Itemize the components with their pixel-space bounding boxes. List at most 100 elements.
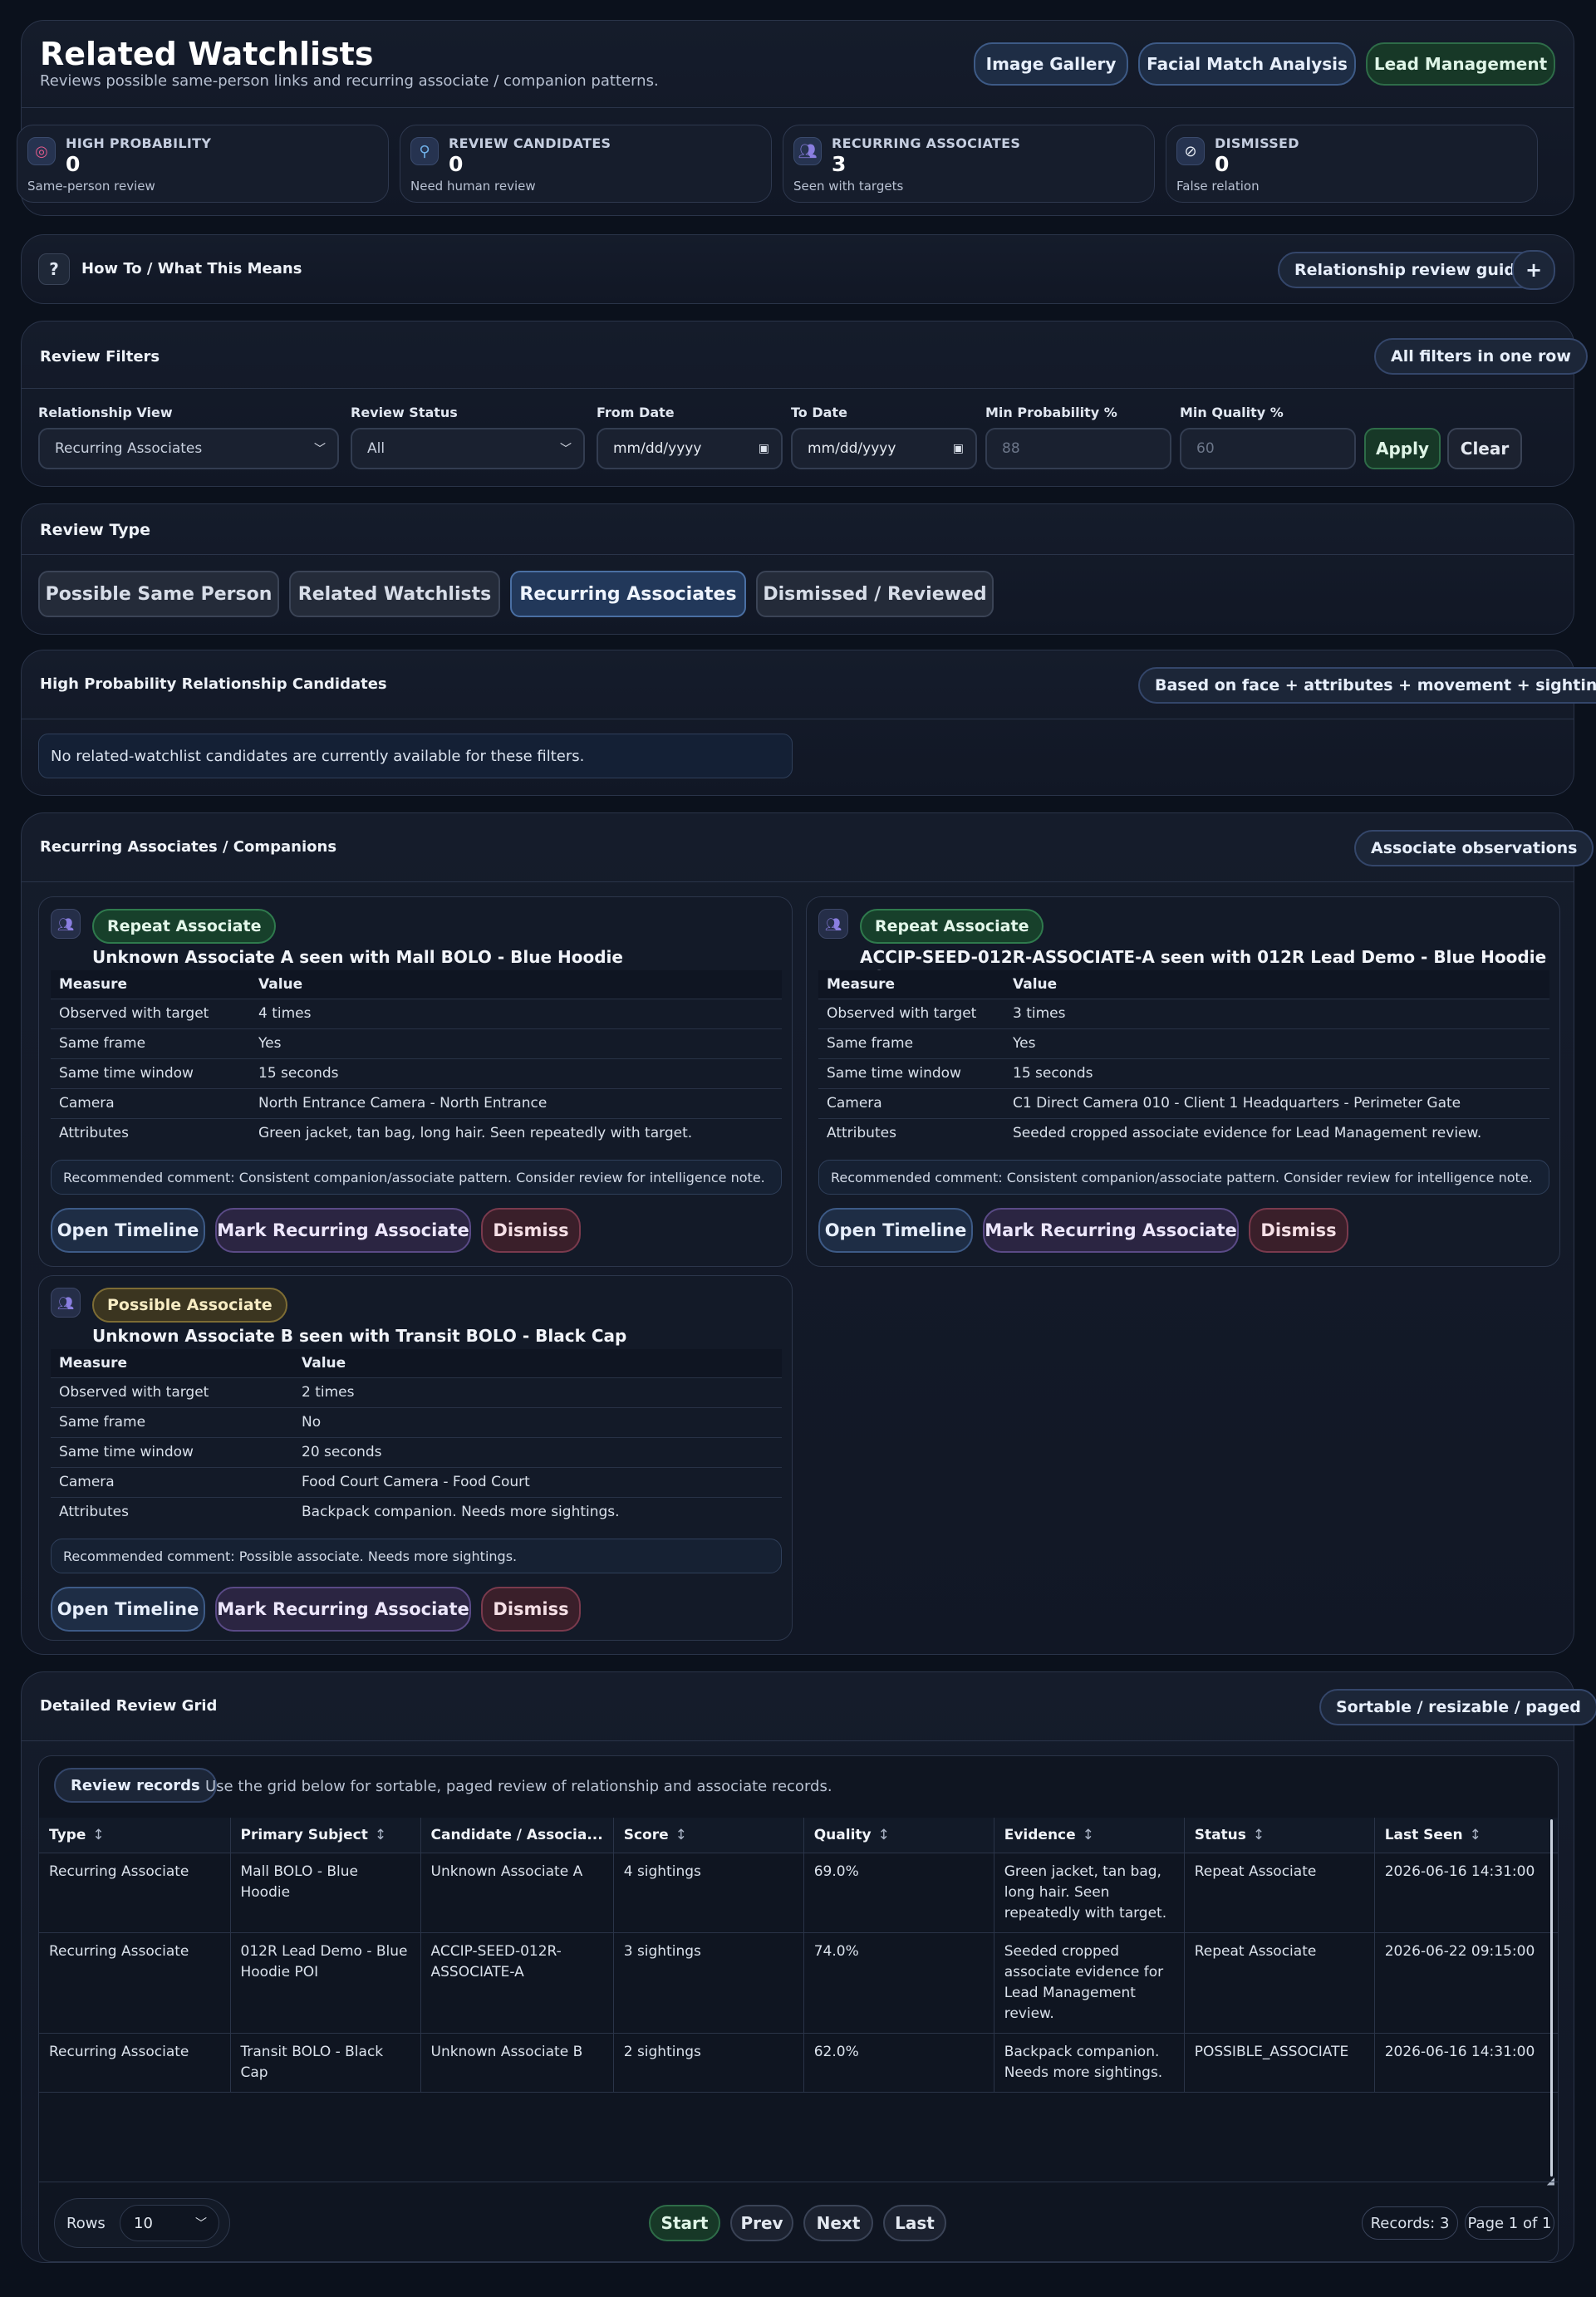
table-cell: Food Court Camera - Food Court: [293, 1466, 782, 1497]
associates-title: Recurring Associates / Companions: [40, 838, 337, 856]
recommended-comment: Recommended comment: Consistent companio…: [51, 1160, 782, 1195]
column-header-last-seen[interactable]: Last Seen ↕: [1374, 1818, 1558, 1853]
table-cell: Observed with target: [51, 1377, 293, 1407]
mark-recurring-associate-button[interactable]: Mark Recurring Associate: [983, 1208, 1239, 1253]
mark-recurring-associate-button[interactable]: Mark Recurring Associate: [215, 1208, 471, 1253]
tab-related-watchlists[interactable]: Related Watchlists: [289, 571, 500, 617]
page-info: Page 1 of 1: [1465, 2206, 1554, 2240]
table-row: Observed with target 3 times: [818, 998, 1549, 1028]
people-icon: 👥︎: [51, 909, 81, 939]
table-cell: 20 seconds: [293, 1436, 782, 1467]
table-cell: Repeat Associate: [1184, 1853, 1375, 1933]
associate-title: Unknown Associate A seen with Mall BOLO …: [92, 947, 623, 967]
table-cell: 2026-06-16 14:31:00: [1374, 1853, 1558, 1933]
open-timeline-button[interactable]: Open Timeline: [818, 1208, 973, 1253]
dismiss-button[interactable]: Dismiss: [1249, 1208, 1348, 1253]
table-row[interactable]: Recurring Associate Mall BOLO - Blue Hood…: [39, 1853, 1558, 1933]
table-cell: 3 times: [1004, 998, 1549, 1028]
table-row: Camera Food Court Camera - Food Court: [51, 1466, 782, 1497]
calendar-icon[interactable]: ▣: [953, 442, 964, 455]
table-row[interactable]: Recurring Associate 012R Lead Demo - Blue…: [39, 1932, 1558, 2034]
table-cell: 62.0%: [803, 2033, 994, 2093]
table-cell: 2 sightings: [613, 2033, 804, 2093]
tab-possible-same-person[interactable]: Possible Same Person: [38, 571, 279, 617]
min-quality-input[interactable]: 60: [1180, 428, 1356, 469]
column-header-status[interactable]: Status ↕: [1184, 1818, 1375, 1853]
recommended-comment: Recommended comment: Possible associate.…: [51, 1539, 782, 1573]
recommended-comment: Recommended comment: Consistent companio…: [818, 1160, 1549, 1195]
table-row: Attributes Backpack companion. Needs more…: [51, 1496, 782, 1527]
table-cell: Attributes: [51, 1117, 250, 1148]
grid-description: Use the grid below for sortable, paged r…: [205, 1778, 832, 1795]
clear-button[interactable]: Clear: [1447, 428, 1522, 469]
table-cell: 4 sightings: [613, 1853, 804, 1933]
dismiss-button[interactable]: Dismiss: [481, 1587, 581, 1632]
column-header-candidate[interactable]: Candidate / Associa...: [420, 1818, 614, 1853]
sort-icon: ↕: [1082, 1826, 1094, 1843]
table-cell: 2026-06-16 14:31:00: [1374, 2033, 1558, 2093]
stat-sub: Seen with targets: [793, 179, 904, 194]
column-header-score[interactable]: Score ↕: [613, 1818, 804, 1853]
review-status-select[interactable]: All ﹀: [351, 428, 585, 469]
relationship-view-select[interactable]: Recurring Associates ﹀: [38, 428, 339, 469]
associate-card: 👥︎ Repeat Associate ACCIP-SEED-012R-ASSO…: [806, 896, 1560, 1267]
column-header: Value: [1004, 970, 1549, 999]
apply-button[interactable]: Apply: [1364, 428, 1441, 469]
howto-card: ? How To / What This Means Relationship …: [21, 234, 1574, 304]
prohibited-icon: ⊘: [1176, 137, 1205, 165]
howto-title[interactable]: How To / What This Means: [81, 260, 302, 277]
min-quality-label: Min Quality %: [1180, 405, 1284, 420]
mark-recurring-associate-button[interactable]: Mark Recurring Associate: [215, 1587, 471, 1632]
resize-handle[interactable]: ◢: [1547, 2175, 1554, 2187]
min-probability-input[interactable]: 88: [985, 428, 1171, 469]
stat-review-candidates: ⚲ REVIEW CANDIDATES 0 Need human review: [400, 125, 772, 203]
image-gallery-button[interactable]: Image Gallery: [974, 42, 1128, 86]
table-cell: 74.0%: [803, 1932, 994, 2034]
table-cell: Mall BOLO - Blue Hoodie: [230, 1853, 421, 1933]
tab-recurring-associates[interactable]: Recurring Associates: [510, 571, 746, 617]
column-header-evidence[interactable]: Evidence ↕: [994, 1818, 1185, 1853]
column-header-type[interactable]: Type ↕: [39, 1818, 231, 1853]
table-cell: Camera: [51, 1087, 250, 1118]
table-cell: C1 Direct Camera 010 - Client 1 Headquar…: [1004, 1087, 1549, 1118]
table-cell: Seeded cropped associate evidence for Le…: [1004, 1117, 1549, 1148]
filters-card: Review Filters All filters in one row Re…: [21, 321, 1588, 487]
pager-next-button[interactable]: Next: [803, 2205, 873, 2241]
sort-icon: ↕: [374, 1826, 387, 1843]
dismiss-button[interactable]: Dismiss: [481, 1208, 581, 1253]
expand-button[interactable]: +: [1512, 250, 1555, 290]
stat-dismissed: ⊘ DISMISSED 0 False relation: [1166, 125, 1538, 203]
from-date-input[interactable]: mm/dd/yyyy ▣: [597, 428, 783, 469]
sort-icon: ↕: [92, 1826, 105, 1843]
table-row[interactable]: Recurring Associate Transit BOLO - Black …: [39, 2033, 1558, 2093]
calendar-icon[interactable]: ▣: [759, 442, 769, 455]
review-grid: Review records Use the grid below for so…: [38, 1755, 1559, 2262]
help-icon: ?: [38, 253, 70, 285]
high-probability-card: High Probability Relationship Candidates…: [21, 650, 1596, 796]
facial-match-analysis-button[interactable]: Facial Match Analysis: [1138, 42, 1356, 86]
table-row: Same frame Yes: [818, 1028, 1549, 1058]
vertical-scrollbar[interactable]: [1550, 1819, 1553, 2177]
pager-start-button[interactable]: Start: [649, 2205, 720, 2241]
tab-dismissed-reviewed[interactable]: Dismissed / Reviewed: [756, 571, 994, 617]
rows-select[interactable]: 10 ﹀: [120, 2205, 219, 2241]
open-timeline-button[interactable]: Open Timeline: [51, 1208, 205, 1253]
table-cell: Green jacket, tan bag, long hair. Seen r…: [250, 1117, 782, 1148]
open-timeline-button[interactable]: Open Timeline: [51, 1587, 205, 1632]
measure-table: Measure Value Observed with target 2 times…: [51, 1349, 782, 1527]
lead-management-button[interactable]: Lead Management: [1366, 42, 1555, 86]
associate-title: Unknown Associate B seen with Transit BO…: [92, 1326, 627, 1346]
table-row: Camera C1 Direct Camera 010 - Client 1 He…: [818, 1087, 1549, 1118]
pager-last-button[interactable]: Last: [883, 2205, 946, 2241]
relationship-review-guide-button[interactable]: Relationship review guide: [1278, 252, 1543, 288]
column-header-primary-subject[interactable]: Primary Subject ↕: [230, 1818, 421, 1853]
to-date-input[interactable]: mm/dd/yyyy ▣: [791, 428, 977, 469]
records-table: Type ↕ Primary Subject ↕ Candidate / Assoc…: [39, 1818, 1558, 2093]
stat-value: 0: [66, 152, 81, 176]
pager-prev-button[interactable]: Prev: [730, 2205, 793, 2241]
table-cell: 69.0%: [803, 1853, 994, 1933]
sort-icon: ↕: [1469, 1826, 1481, 1843]
table-cell: Backpack companion. Needs more sightings…: [293, 1496, 782, 1527]
column-header-quality[interactable]: Quality ↕: [803, 1818, 994, 1853]
stat-label: DISMISSED: [1215, 135, 1299, 151]
